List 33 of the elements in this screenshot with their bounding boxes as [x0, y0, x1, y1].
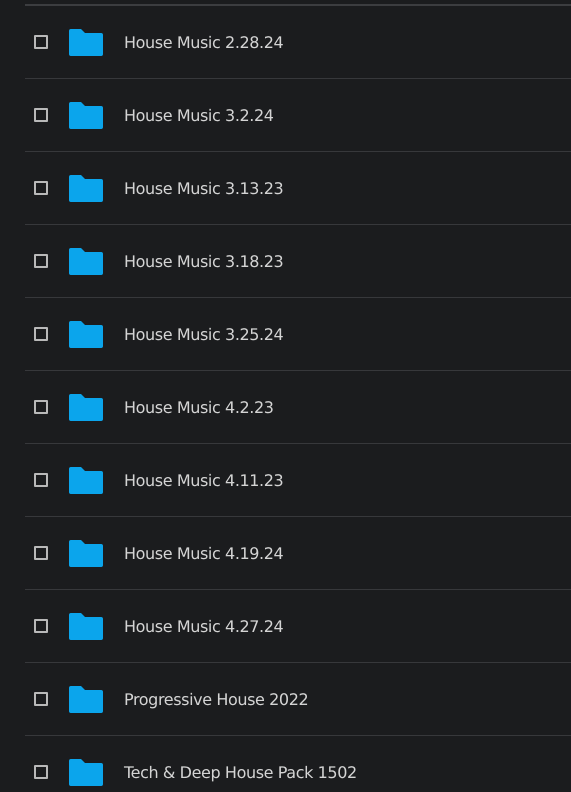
checkbox[interactable]: [34, 765, 48, 779]
folder-name[interactable]: Tech & Deep House Pack 1502: [124, 762, 357, 782]
folder-name[interactable]: House Music 4.27.24: [124, 616, 284, 636]
checkbox[interactable]: [34, 546, 48, 560]
checkbox[interactable]: [34, 181, 48, 195]
checkbox[interactable]: [34, 473, 48, 487]
folder-icon: [69, 540, 103, 566]
checkbox[interactable]: [34, 327, 48, 341]
folder-icon: [69, 612, 103, 640]
folder-icon: [69, 320, 103, 348]
folder-icon: [69, 174, 103, 202]
folder-icon: [69, 758, 103, 786]
folder-icon: [69, 394, 103, 420]
checkbox[interactable]: [34, 619, 48, 633]
folder-name[interactable]: House Music 3.25.24: [124, 324, 284, 344]
folder-name[interactable]: House Music 4.11.23: [124, 470, 284, 490]
checkbox[interactable]: [34, 108, 48, 122]
folder-icon: [69, 102, 103, 128]
checkbox[interactable]: [34, 254, 48, 268]
checkbox[interactable]: [34, 35, 48, 49]
checkbox[interactable]: [34, 400, 48, 414]
folder-name[interactable]: House Music 3.13.23: [124, 178, 284, 198]
folder-name[interactable]: Progressive House 2022: [124, 690, 308, 708]
folder-name[interactable]: House Music 3.18.23: [124, 252, 284, 270]
folder-name[interactable]: House Music 4.2.23: [124, 398, 274, 416]
folder-name[interactable]: House Music 4.19.24: [124, 544, 284, 562]
folder-icon: [69, 28, 103, 56]
folder-icon: [69, 466, 103, 494]
folder-icon: [69, 248, 103, 274]
checkbox[interactable]: [34, 692, 48, 706]
folder-name[interactable]: House Music 2.28.24: [124, 32, 284, 52]
folder-name[interactable]: House Music 3.2.24: [124, 106, 274, 124]
folder-icon: [69, 686, 103, 712]
